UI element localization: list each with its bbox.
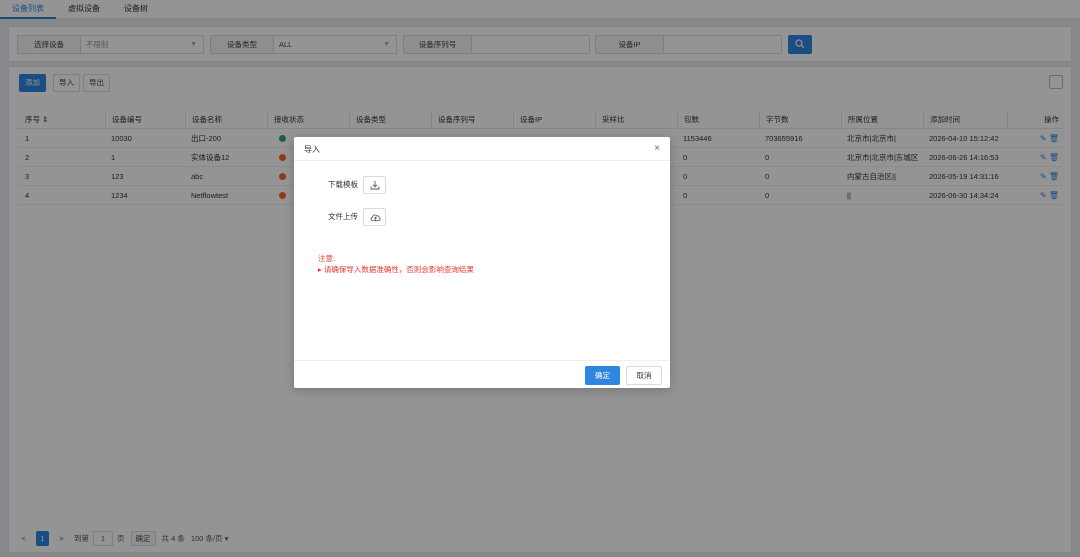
close-icon[interactable]: × xyxy=(654,143,660,154)
download-template-button[interactable] xyxy=(363,176,386,194)
import-dialog: 导入 × 下载模板 文件上传 注意: ▸ 请确保导入数据准确性，否则会影响查询结… xyxy=(294,137,670,388)
file-upload-label: 文件上传 xyxy=(328,212,358,221)
cloud-upload-icon xyxy=(370,214,381,222)
file-upload-button[interactable] xyxy=(363,208,386,226)
download-template-label: 下载模板 xyxy=(328,180,358,189)
download-template-row: 下载模板 xyxy=(294,176,670,194)
note-title: 注意: xyxy=(318,254,336,263)
dialog-header: 导入 × xyxy=(294,137,670,161)
dialog-footer: 确定 取消 xyxy=(294,360,670,388)
note-line: ▸ 请确保导入数据准确性，否则会影响查询结果 xyxy=(318,265,474,274)
import-note: 注意: ▸ 请确保导入数据准确性，否则会影响查询结果 xyxy=(318,253,474,275)
file-upload-row: 文件上传 xyxy=(294,208,670,226)
dialog-title: 导入 xyxy=(304,145,320,154)
cancel-button[interactable]: 取消 xyxy=(626,366,662,385)
confirm-button[interactable]: 确定 xyxy=(585,366,620,385)
download-icon xyxy=(370,181,380,190)
